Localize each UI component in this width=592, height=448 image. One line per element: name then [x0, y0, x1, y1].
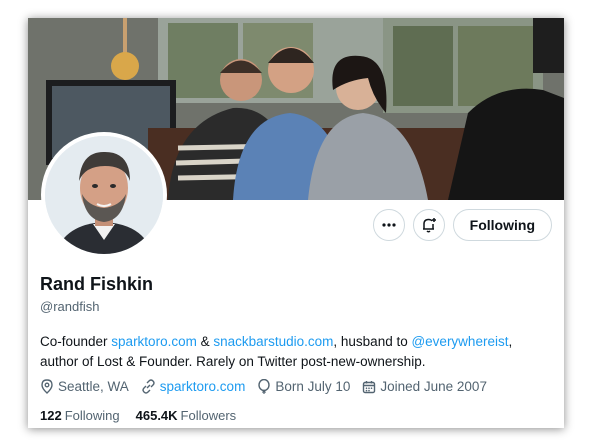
bell-plus-icon — [422, 218, 436, 233]
followers-stat[interactable]: 465.4K Followers — [136, 408, 237, 423]
birthday-item: Born July 10 — [257, 379, 350, 394]
location-pin-icon — [41, 379, 53, 394]
profile-card: Following Rand Fishkin @randfish Co-foun… — [28, 18, 564, 428]
notifications-button[interactable] — [412, 209, 445, 241]
calendar-icon — [363, 380, 376, 393]
following-stat[interactable]: 122 Following — [40, 408, 120, 423]
joined-text: Joined June 2007 — [380, 379, 487, 394]
bio-link-snackbarstudio[interactable]: snackbarstudio.com — [213, 334, 333, 349]
bio-text: & — [196, 334, 214, 349]
avatar — [45, 136, 163, 254]
more-button[interactable] — [372, 209, 405, 241]
website-item: sparktoro.com — [141, 379, 246, 394]
user-handle: @randfish — [40, 299, 100, 314]
website-link[interactable]: sparktoro.com — [160, 379, 246, 394]
avatar-photo — [45, 136, 163, 254]
bio-text: Co-founder — [40, 334, 112, 349]
bio-mention-everywhereist[interactable]: @everywhereist — [411, 334, 508, 349]
joined-item: Joined June 2007 — [362, 379, 487, 394]
profile-actions: Following — [372, 209, 552, 241]
following-label: Following — [64, 408, 120, 423]
following-button[interactable]: Following — [452, 209, 552, 241]
bio-text: , husband to — [333, 334, 412, 349]
location-text: Seattle, WA — [58, 379, 129, 394]
profile-meta: Seattle, WA sparktoro.com Born July 10 J… — [40, 379, 487, 394]
location-item: Seattle, WA — [40, 379, 129, 394]
balloon-icon — [258, 379, 271, 394]
link-icon — [142, 379, 155, 394]
followers-count: 465.4K — [135, 408, 178, 423]
bio-link-sparktoro[interactable]: sparktoro.com — [111, 334, 197, 349]
bio-text-line2: author of Lost & Founder. Rarely on Twit… — [40, 354, 426, 369]
followers-label: Followers — [180, 408, 237, 423]
profile-bio: Co-founder sparktoro.com & snackbarstudi… — [40, 332, 552, 372]
more-icon — [382, 223, 396, 227]
birthday-text: Born July 10 — [275, 379, 351, 394]
display-name: Rand Fishkin — [40, 274, 154, 294]
avatar-frame[interactable] — [41, 132, 167, 258]
bio-text: , — [508, 334, 513, 349]
follow-stats: 122 Following 465.4K Followers — [40, 408, 236, 423]
following-count: 122 — [40, 408, 62, 423]
